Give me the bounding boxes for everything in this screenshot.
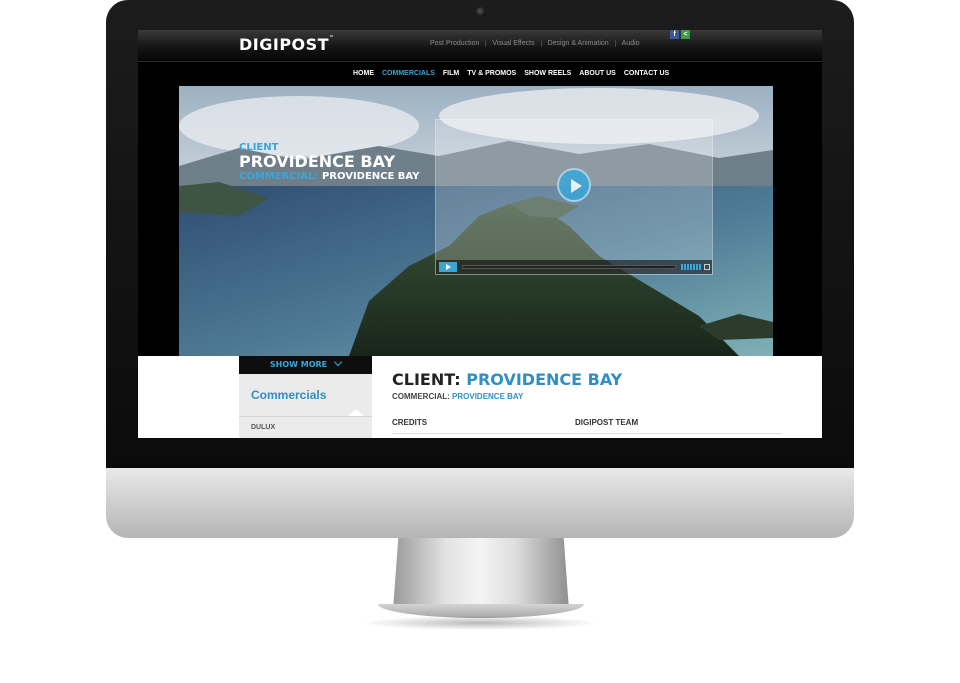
share-icon[interactable]: <: [681, 30, 690, 39]
top-bar: DIGIPOST™ Post Production Visual Effects…: [138, 30, 822, 62]
credits-heading: CREDITS: [392, 418, 428, 427]
chevron-down-icon: [333, 357, 343, 367]
play-icon[interactable]: [439, 262, 457, 272]
video-player[interactable]: [435, 119, 713, 275]
hero-client-block: CLIENT PROVIDENCE BAY COMMERCIAL: PROVID…: [239, 142, 419, 182]
commercial-value: PROVIDENCE BAY: [452, 392, 524, 401]
category-divider: [239, 416, 372, 417]
services-links: Post Production Visual Effects Design & …: [424, 40, 646, 47]
monitor-stand: [393, 538, 569, 610]
logo-text: DIGIPOST: [239, 35, 330, 54]
nav-item-about-us[interactable]: ABOUT US: [579, 70, 616, 77]
service-link-design-animation[interactable]: Design & Animation: [540, 40, 615, 47]
hero-commercial-line: COMMERCIAL: PROVIDENCE BAY: [239, 171, 419, 182]
sidebar: SHOW MORE Commercials DULUX: [239, 356, 372, 438]
nav-item-show-reels[interactable]: SHOW REELS: [524, 70, 571, 77]
nav-item-commercials[interactable]: COMMERCIALS: [382, 70, 435, 77]
show-more-label: SHOW MORE: [269, 360, 328, 369]
commercial-label: COMMERCIAL:: [392, 392, 450, 401]
commercial-subtitle: COMMERCIAL: PROVIDENCE BAY: [392, 392, 523, 401]
show-more-button[interactable]: SHOW MORE: [239, 356, 372, 374]
social-links: f <: [670, 30, 690, 39]
details-divider: [392, 433, 782, 434]
facebook-icon[interactable]: f: [670, 30, 679, 39]
nav-item-film[interactable]: FILM: [443, 70, 459, 77]
project-details: CLIENT: PROVIDENCE BAY COMMERCIAL: PROVI…: [372, 356, 822, 438]
nav-item-home[interactable]: HOME: [353, 70, 374, 77]
progress-bar[interactable]: [462, 265, 676, 269]
play-button[interactable]: [557, 168, 591, 202]
digipost-team-heading: DIGIPOST TEAM: [575, 418, 639, 427]
title-value: PROVIDENCE BAY: [466, 370, 623, 389]
lower-section: SHOW MORE Commercials DULUX CLIENT: PROV…: [138, 356, 822, 438]
nav-item-tv-promos[interactable]: TV & PROMOS: [467, 70, 516, 77]
page-title: CLIENT: PROVIDENCE BAY: [392, 370, 622, 389]
player-controls: [436, 260, 712, 274]
main-nav: HOME COMMERCIALS FILM TV & PROMOS SHOW R…: [138, 63, 822, 85]
service-link-post-production[interactable]: Post Production: [424, 40, 485, 47]
screen: DIGIPOST™ Post Production Visual Effects…: [138, 30, 822, 438]
hero-commercial-value: PROVIDENCE BAY: [321, 171, 420, 182]
camera-icon: [476, 7, 486, 17]
service-link-visual-effects[interactable]: Visual Effects: [485, 40, 540, 47]
logo-trademark: ™: [329, 35, 335, 41]
fullscreen-icon[interactable]: [704, 264, 710, 270]
digipost-logo[interactable]: DIGIPOST™: [239, 35, 335, 54]
hero-commercial-label: COMMERCIAL:: [239, 171, 319, 182]
service-link-audio[interactable]: Audio: [614, 40, 646, 47]
hero-banner: CLIENT PROVIDENCE BAY COMMERCIAL: PROVID…: [179, 86, 773, 356]
sidebar-item-dulux[interactable]: DULUX: [251, 424, 275, 431]
monitor-shadow: [360, 616, 600, 630]
category-title: Commercials: [251, 388, 327, 402]
nav-item-contact-us[interactable]: CONTACT US: [624, 70, 669, 77]
hero-client-name: PROVIDENCE BAY: [239, 152, 396, 171]
title-label: CLIENT:: [392, 370, 461, 389]
volume-icon[interactable]: [681, 264, 701, 270]
monitor-chin: [106, 468, 854, 538]
